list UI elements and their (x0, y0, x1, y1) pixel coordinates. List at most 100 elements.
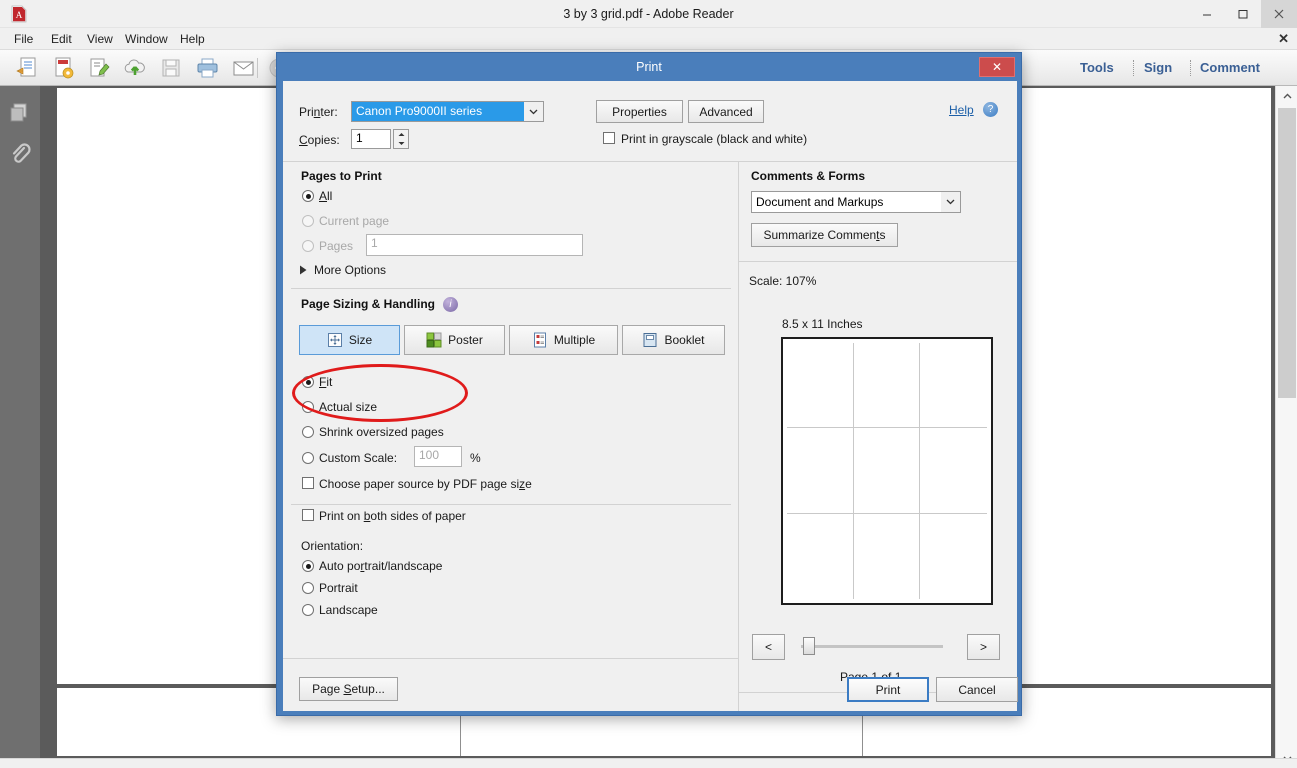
label-actual-size[interactable]: Actual size (319, 400, 377, 414)
radio-portrait[interactable] (302, 582, 314, 594)
scroll-up-arrow[interactable] (1276, 86, 1297, 106)
copies-decrement-icon[interactable] (394, 139, 408, 148)
comment-button[interactable]: Comment (1200, 50, 1260, 86)
size-mode-button[interactable]: Size (299, 325, 400, 355)
radio-pages-range[interactable] (302, 240, 314, 252)
label-landscape[interactable]: Landscape (319, 603, 378, 617)
sign-button[interactable]: Sign (1144, 50, 1172, 86)
paper-source-checkbox[interactable] (302, 477, 314, 489)
menu-view[interactable]: View (80, 28, 120, 50)
duplex-checkbox[interactable] (302, 509, 314, 521)
next-page-button[interactable]: > (967, 634, 1000, 660)
booklet-icon (643, 333, 657, 347)
custom-scale-value: 100 (419, 448, 440, 462)
print-button[interactable]: Print (847, 677, 929, 702)
menu-edit[interactable]: Edit (44, 28, 79, 50)
label-all-pages[interactable]: All (319, 189, 332, 203)
help-icon[interactable]: ? (983, 102, 998, 117)
printer-advanced-label: Advanced (699, 104, 753, 119)
print-button-label: Print (875, 682, 901, 697)
label-shrink-oversized[interactable]: Shrink oversized pages (319, 425, 444, 439)
window-title: 3 by 3 grid.pdf - Adobe Reader (563, 7, 734, 21)
radio-custom-scale[interactable] (302, 452, 314, 464)
adobe-reader-window: A 3 by 3 grid.pdf - Adobe Reader File Ed… (0, 0, 1297, 768)
toolbar-divider (257, 58, 258, 78)
comments-forms-value: Document and Markups (756, 195, 884, 209)
menu-window[interactable]: Window (118, 28, 175, 50)
left-footer-divider (283, 658, 738, 659)
duplex-label[interactable]: Print on both sides of paper (319, 509, 466, 523)
scrollbar-thumb[interactable] (1278, 108, 1296, 398)
chevron-down-icon[interactable] (524, 102, 543, 121)
orientation-title: Orientation: (301, 539, 364, 553)
close-window-button[interactable] (1261, 0, 1297, 28)
grayscale-checkbox[interactable] (603, 132, 615, 144)
page-slider-thumb[interactable] (803, 637, 815, 655)
preview-cell-r3c1 (787, 513, 854, 599)
preview-cell-r3c2 (854, 513, 921, 599)
copies-stepper[interactable] (393, 129, 409, 149)
upload-cloud-icon[interactable] (122, 56, 148, 80)
comments-forms-select[interactable]: Document and Markups (751, 191, 961, 213)
more-options-toggle[interactable]: More Options (314, 263, 386, 277)
menu-help[interactable]: Help (173, 28, 212, 50)
label-fit: Fit (319, 375, 333, 389)
grayscale-label[interactable]: Print in grayscale (black and white) (621, 132, 807, 146)
page-slider-track[interactable] (801, 645, 943, 648)
preview-cell-r1c1 (787, 343, 854, 429)
vertical-scrollbar[interactable] (1275, 86, 1297, 768)
custom-scale-input[interactable]: 100 (414, 446, 462, 467)
menu-file[interactable]: File (7, 28, 40, 50)
summarize-comments-button[interactable]: Summarize Comments (751, 223, 898, 247)
paper-source-label[interactable]: Choose paper source by PDF page size (319, 477, 532, 491)
preview-cell-r1c2 (853, 343, 921, 429)
radio-auto-orientation[interactable] (302, 560, 314, 572)
copies-increment-icon[interactable] (394, 130, 408, 139)
summarize-comments-label: Summarize Comments (763, 228, 886, 242)
label-custom-scale[interactable]: Custom Scale: (319, 451, 397, 465)
radio-landscape[interactable] (302, 604, 314, 616)
booklet-mode-label: Booklet (664, 333, 705, 347)
printer-properties-button[interactable]: Properties (596, 100, 683, 123)
printer-select[interactable]: Canon Pro9000II series (351, 101, 544, 122)
minimize-button[interactable] (1189, 0, 1225, 28)
comments-chevron-down-icon[interactable] (941, 192, 960, 212)
close-document-icon[interactable]: ✕ (1278, 28, 1289, 50)
copies-input[interactable]: 1 (351, 129, 391, 149)
open-file-icon[interactable] (14, 56, 40, 80)
poster-mode-button[interactable]: Poster (404, 325, 505, 355)
preview-cell-r2c2 (853, 428, 921, 514)
label-current-page[interactable]: Current page (319, 214, 389, 228)
radio-actual-size[interactable] (302, 401, 314, 413)
multiple-mode-button[interactable]: Multiple (509, 325, 618, 355)
email-icon[interactable] (230, 56, 256, 80)
dialog-close-button[interactable]: ✕ (979, 57, 1015, 77)
printer-advanced-button[interactable]: Advanced (688, 100, 764, 123)
label-pages-range[interactable]: Pages (319, 239, 353, 253)
preview-grid (787, 343, 987, 599)
attachments-paperclip-icon[interactable] (7, 142, 33, 168)
create-pdf-icon[interactable] (50, 56, 76, 80)
radio-all-pages[interactable] (302, 190, 314, 202)
label-auto-orientation[interactable]: Auto portrait/landscape (319, 559, 442, 573)
radio-fit[interactable] (302, 376, 314, 388)
page-setup-button[interactable]: Page Setup... (299, 677, 398, 701)
label-portrait[interactable]: Portrait (319, 581, 358, 595)
page-sizing-info-icon[interactable]: i (443, 297, 458, 312)
tools-button[interactable]: Tools (1080, 50, 1114, 86)
pages-range-input[interactable]: 1 (366, 234, 583, 256)
preview-cell-r3c3 (920, 514, 987, 599)
maximize-button[interactable] (1225, 0, 1261, 28)
previous-page-button[interactable]: < (752, 634, 785, 660)
booklet-mode-button[interactable]: Booklet (622, 325, 725, 355)
pages-range-value: 1 (371, 236, 378, 250)
help-link[interactable]: Help (949, 103, 974, 117)
cancel-button[interactable]: Cancel (936, 677, 1018, 702)
radio-current-page[interactable] (302, 215, 314, 227)
expand-triangle-icon[interactable] (299, 265, 308, 275)
radio-shrink-oversized[interactable] (302, 426, 314, 438)
print-preview (781, 337, 993, 605)
page-thumbnails-icon[interactable] (7, 100, 33, 126)
print-icon[interactable] (194, 56, 220, 80)
sign-edit-icon[interactable] (86, 56, 112, 80)
